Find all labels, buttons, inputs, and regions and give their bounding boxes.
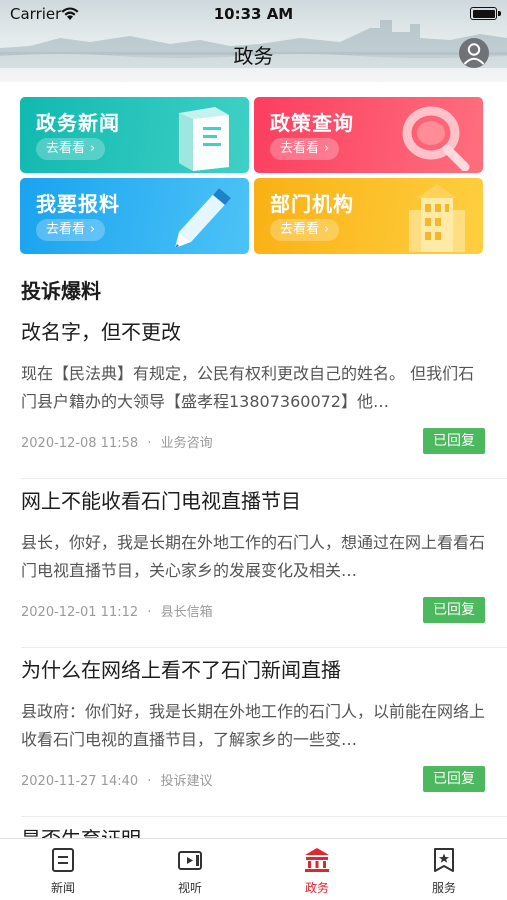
building-icon	[409, 184, 465, 252]
card-go-button[interactable]: 去看看 ›	[270, 138, 340, 160]
card-title: 政策查询	[270, 111, 354, 135]
page-title: 政务	[233, 44, 274, 68]
item-description: 现在【民法典】有规定，公民有权利更改自己的姓名。 但我们石门县户籍办的大领导【盛…	[21, 364, 475, 411]
card-government-news[interactable]: 政务新闻 去看看 ›	[20, 97, 249, 173]
chevron-right-icon: ›	[324, 222, 330, 237]
item-category: 县长信箱	[160, 605, 213, 620]
card-departments[interactable]: 部门机构 去看看 ›	[254, 178, 483, 254]
item-description: 县长，你好，我是长期在外地工作的石门人，想通过在网上看看石门电视直播节目，关心家…	[21, 533, 486, 580]
card-go-button[interactable]: 去看看 ›	[36, 138, 106, 160]
item-description: 县政府：你们好，我是长期在外地工作的石门人，以前能在网络上收看石门电视的直播节目…	[21, 702, 486, 749]
item-category: 业务咨询	[160, 436, 213, 451]
status-badge: 已回复	[423, 428, 485, 454]
chevron-right-icon: ›	[90, 222, 96, 237]
meta-separator: ·	[147, 605, 152, 620]
item-date: 2020-11-27 14:40	[21, 774, 139, 789]
divider	[21, 478, 507, 479]
card-title: 我要报料	[36, 192, 120, 216]
status-badge: 已回复	[423, 597, 485, 623]
battery-tip	[498, 11, 501, 16]
item-meta: 2020-12-08 11:58 · 业务咨询	[21, 432, 213, 451]
clock: 10:33 AM	[213, 5, 294, 23]
item-meta: 2020-12-01 11:12 · 县长信箱	[21, 601, 213, 620]
battery-icon	[470, 7, 497, 20]
bottom-tab-bar: 新闻 视听 政务 服务	[0, 838, 507, 900]
list-item[interactable]: 改名字，但不更改 现在【民法典】有规定，公民有权利更改自己的姓名。 但我们石门县…	[0, 316, 507, 484]
item-category: 投诉建议	[160, 774, 213, 789]
divider	[21, 816, 507, 817]
list-item[interactable]: 为什么在网络上看不了石门新闻直播 县政府：你们好，我是长期在外地工作的石门人，以…	[0, 654, 507, 822]
header: Carrier 10:33 AM 政务	[0, 0, 507, 82]
card-policy-search[interactable]: 政策查询 去看看 ›	[254, 97, 483, 173]
tab-service[interactable]: 服务	[381, 839, 507, 900]
chevron-right-icon: ›	[90, 141, 96, 156]
list-item[interactable]: 网上不能收看石门电视直播节目 县长，你好，我是长期在外地工作的石门人，想通过在网…	[0, 485, 507, 653]
item-title: 改名字，但不更改	[21, 320, 181, 344]
tab-government[interactable]: 政务	[254, 839, 380, 900]
tab-label: 政务	[304, 881, 329, 895]
card-submit-report[interactable]: 我要报料 去看看 ›	[20, 178, 249, 254]
card-title: 政务新闻	[36, 111, 120, 135]
user-profile-icon[interactable]	[459, 38, 489, 68]
meta-separator: ·	[147, 774, 152, 789]
status-badge: 已回复	[423, 766, 485, 792]
service-icon	[434, 848, 454, 872]
video-icon	[178, 851, 202, 870]
card-go-label: 去看看	[280, 141, 320, 156]
news-icon	[52, 848, 74, 872]
tab-news[interactable]: 新闻	[0, 839, 126, 900]
status-bar: Carrier 10:33 AM	[0, 0, 507, 28]
card-go-label: 去看看	[280, 222, 320, 237]
pen-icon	[175, 188, 231, 248]
tab-label: 服务	[431, 881, 456, 895]
section-title: 投诉爆料	[21, 279, 101, 303]
feature-cards: 政务新闻 去看看 › 政策查询 去看看 › 我要报料 去看看 › 部门机构 去看…	[20, 97, 483, 255]
magnifier-icon	[402, 106, 470, 171]
meta-separator: ·	[147, 436, 152, 451]
tab-label: 视听	[177, 881, 202, 895]
item-date: 2020-12-01 11:12	[21, 605, 139, 620]
card-title: 部门机构	[270, 192, 354, 216]
card-go-label: 去看看	[46, 222, 86, 237]
government-icon	[305, 848, 329, 872]
item-meta: 2020-11-27 14:40 · 投诉建议	[21, 770, 213, 789]
tab-label: 新闻	[50, 881, 75, 895]
card-go-label: 去看看	[46, 141, 86, 156]
divider	[21, 647, 507, 648]
tab-video[interactable]: 视听	[127, 839, 253, 900]
chevron-right-icon: ›	[324, 141, 330, 156]
item-title: 网上不能收看石门电视直播节目	[21, 489, 301, 513]
card-go-button[interactable]: 去看看 ›	[36, 219, 106, 241]
item-date: 2020-12-08 11:58	[21, 436, 139, 451]
card-go-button[interactable]: 去看看 ›	[270, 219, 340, 241]
item-title: 为什么在网络上看不了石门新闻直播	[21, 658, 341, 682]
book-icon	[179, 107, 229, 171]
